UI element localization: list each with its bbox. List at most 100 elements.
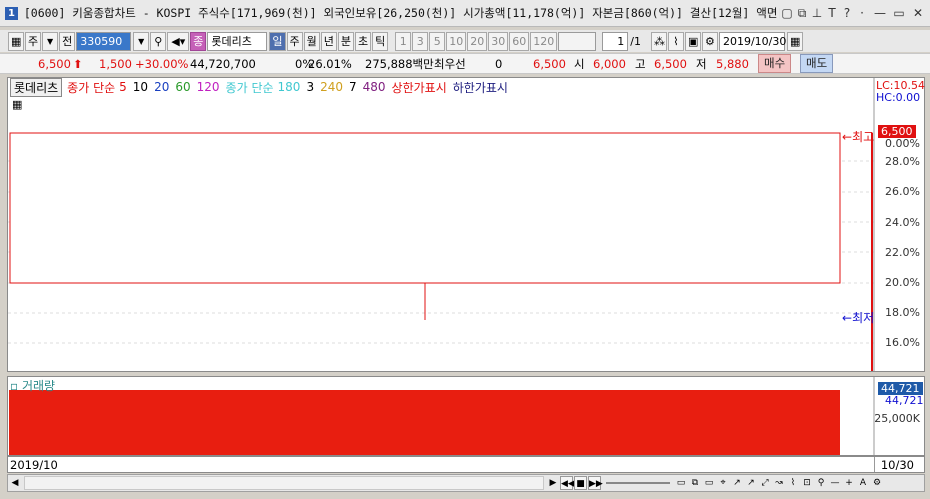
volume-title[interactable]: ▫ 거래량 bbox=[10, 377, 55, 394]
low-price: 5,880 bbox=[716, 56, 749, 71]
options-icon[interactable]: ⚙ bbox=[870, 476, 884, 490]
price-info-bar: 6,500 ⬆ 1,500 +30.00% 44,720,700 0% 26.01… bbox=[0, 53, 930, 74]
volume-panel[interactable]: ▫ 거래량 44,721 44,721 25,000K bbox=[7, 376, 925, 456]
open-price: 6,000 bbox=[593, 56, 626, 71]
period-month[interactable]: 월 bbox=[303, 31, 320, 51]
type-select[interactable]: 주 bbox=[25, 31, 42, 51]
view-3-icon[interactable]: ▭ bbox=[702, 476, 716, 490]
axis-tick-20: 20.0% bbox=[885, 276, 920, 289]
chart-scrollbar[interactable]: ◀ ▶ ◀◀ ■ ▶▶ ▭ ⧉ ▭ ⌖ ↗ ↗ ⤢ ↝ ⌇ ⊡ ⚲ — + A … bbox=[7, 474, 925, 492]
period-second[interactable]: 초 bbox=[355, 31, 372, 51]
zoom-slider[interactable] bbox=[606, 482, 670, 484]
calendar-icon[interactable]: ▦ bbox=[8, 31, 24, 51]
play-back-icon[interactable]: ◀◀ bbox=[560, 476, 575, 490]
interval-30[interactable]: 30 bbox=[488, 31, 509, 51]
volume-title-label: 거래량 bbox=[21, 379, 56, 393]
max-arrow-icon: ← bbox=[842, 130, 853, 144]
sound-icon[interactable]: ◀▾ bbox=[167, 31, 190, 51]
stock-type-badge: 종 bbox=[190, 31, 207, 51]
settings-icon[interactable]: ⚙ bbox=[701, 31, 718, 51]
axis-tick-18: 18.0% bbox=[885, 306, 920, 319]
screen-layout-icon[interactable]: ▢ bbox=[780, 5, 794, 21]
trend-1-icon[interactable]: ↗ bbox=[730, 476, 744, 490]
period-year[interactable]: 년 bbox=[320, 31, 337, 51]
axis-tick-0: 0.00% bbox=[885, 137, 920, 150]
trend-5-icon[interactable]: ⌇ bbox=[786, 476, 800, 490]
axis-tick-16: 16.0% bbox=[885, 336, 920, 349]
indicator-chart-icon[interactable]: ⌇ bbox=[667, 31, 684, 51]
trend-3-icon[interactable]: ⤢ bbox=[758, 476, 772, 490]
date-axis: 2019/10 10/30 bbox=[7, 456, 925, 473]
text-icon[interactable]: T bbox=[825, 5, 839, 21]
period-minute[interactable]: 분 bbox=[337, 31, 354, 51]
min-mark-label: 최저 bbox=[852, 311, 875, 325]
trend-2-icon[interactable]: ↗ bbox=[744, 476, 758, 490]
stop-icon[interactable]: ■ bbox=[574, 476, 587, 490]
interval-5[interactable]: 5 bbox=[429, 31, 446, 51]
chart-toolbar: ▦ 주 ▼ 전 330590 ▼ ⚲ ◀▾ 종 롯데리츠 일 주 월 년 분 초… bbox=[0, 30, 930, 52]
restore-icon[interactable]: ▭ bbox=[891, 5, 907, 21]
high-price: 6,500 bbox=[654, 56, 687, 71]
up-arrow-icon: ⬆ bbox=[72, 56, 83, 71]
price-chart-panel[interactable]: 롯데리츠 종가 단순 5 10 20 60 120 종가 단순 180 3 24… bbox=[7, 77, 925, 372]
pin-icon[interactable]: ⊥ bbox=[810, 5, 824, 21]
axis-tick-28: 28.0% bbox=[885, 155, 920, 168]
zoom-icon[interactable]: ⚲ bbox=[814, 476, 828, 490]
high-label: 고 bbox=[635, 56, 646, 71]
buy-button[interactable]: 매수 bbox=[758, 54, 792, 73]
scroll-track[interactable] bbox=[24, 476, 544, 490]
duplicate-icon[interactable]: ⧉ bbox=[795, 5, 809, 21]
volume-tick: 25,000K bbox=[874, 412, 920, 425]
window-title: [0600] 키움종합차트 - KOSPI 주식수[171,969(천)] 외국… bbox=[23, 6, 780, 20]
stock-code-input[interactable]: 330590 bbox=[76, 31, 132, 51]
indicator-add-icon[interactable]: ⁂ bbox=[650, 31, 667, 51]
more-icon[interactable]: · bbox=[855, 5, 869, 21]
period-day[interactable]: 일 bbox=[269, 31, 286, 51]
axis-tick-24: 24.0% bbox=[885, 216, 920, 229]
trend-4-icon[interactable]: ↝ bbox=[772, 476, 786, 490]
help-icon[interactable]: ? bbox=[840, 5, 854, 21]
low-label: 저 bbox=[696, 56, 707, 71]
volume-value: 44,720,700 bbox=[190, 56, 256, 71]
date-field[interactable]: 2019/10/30 bbox=[718, 31, 786, 51]
zoom-out-icon[interactable]: — bbox=[828, 476, 842, 490]
axis-tick-22: 22.0% bbox=[885, 246, 920, 259]
period-week[interactable]: 주 bbox=[286, 31, 303, 51]
view-2-icon[interactable]: ⧉ bbox=[688, 476, 702, 490]
all-button[interactable]: 전 bbox=[59, 31, 76, 51]
code-dropdown-icon[interactable]: ▼ bbox=[133, 31, 150, 51]
crosshair-icon[interactable]: ⌖ bbox=[716, 476, 730, 490]
sell-button[interactable]: 매도 bbox=[800, 54, 834, 73]
interval-120[interactable]: 120 bbox=[530, 31, 558, 51]
interval-60[interactable]: 60 bbox=[509, 31, 530, 51]
interval-1[interactable]: 1 bbox=[395, 31, 412, 51]
interval-20[interactable]: 20 bbox=[467, 31, 488, 51]
type-dropdown-icon[interactable]: ▼ bbox=[42, 31, 59, 51]
period-tick[interactable]: 틱 bbox=[372, 31, 389, 51]
close-icon[interactable]: ✕ bbox=[910, 5, 926, 21]
date-left: 2019/10 bbox=[10, 458, 58, 472]
scroll-left-icon[interactable]: ◀ bbox=[8, 476, 22, 490]
scroll-right-icon[interactable]: ▶ bbox=[546, 476, 560, 490]
interval-3[interactable]: 3 bbox=[412, 31, 429, 51]
best-price: 6,500 bbox=[533, 56, 566, 71]
search-icon[interactable]: ⚲ bbox=[150, 31, 167, 51]
stock-name-field[interactable]: 롯데리츠 bbox=[207, 31, 268, 51]
font-size-icon[interactable]: A bbox=[856, 476, 870, 490]
volume-bar bbox=[9, 390, 840, 455]
trade-amount: 275,888백만 bbox=[365, 56, 434, 71]
save-icon[interactable]: ▣ bbox=[684, 31, 701, 51]
hc-label: HC:0.00 bbox=[876, 91, 921, 104]
minimize-icon[interactable]: — bbox=[872, 5, 888, 21]
current-price-value: 6,500 bbox=[38, 56, 71, 71]
interval-select[interactable] bbox=[558, 31, 597, 51]
lock-icon[interactable]: ⊡ bbox=[800, 476, 814, 490]
interval-10[interactable]: 10 bbox=[446, 31, 467, 51]
best-priority-label: 최우선 bbox=[434, 56, 466, 71]
zoom-in-icon[interactable]: + bbox=[842, 476, 856, 490]
date-calendar-icon[interactable]: ▦ bbox=[786, 31, 803, 51]
view-1-icon[interactable]: ▭ bbox=[674, 476, 688, 490]
page-input[interactable]: 1 bbox=[602, 31, 629, 51]
play-forward-icon[interactable]: ▶▶ bbox=[588, 476, 603, 490]
price-chart-svg bbox=[8, 78, 875, 371]
